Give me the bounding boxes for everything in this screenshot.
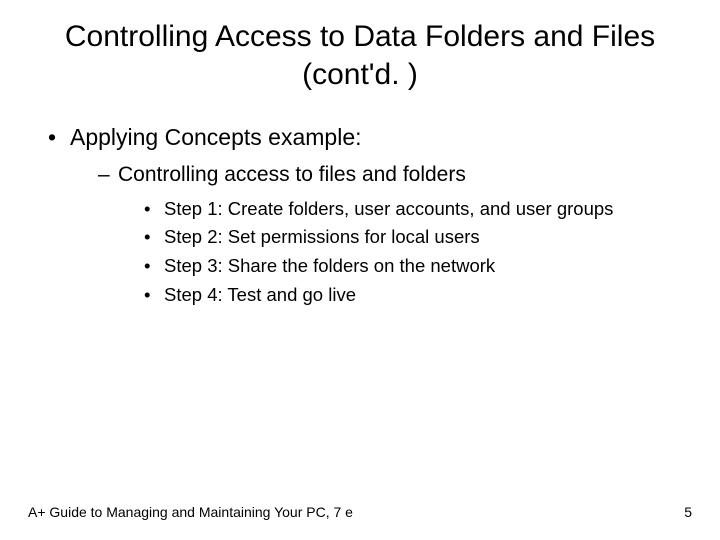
slide: Controlling Access to Data Folders and F… xyxy=(0,0,720,540)
footer-source: A+ Guide to Managing and Maintaining You… xyxy=(28,504,353,520)
step-item: Step 3: Share the folders on the network xyxy=(144,252,692,281)
bullet-l1-text: Applying Concepts example: xyxy=(70,124,362,150)
step-text: Step 3: Share the folders on the network xyxy=(164,255,495,276)
bullet-l2-text: Controlling access to files and folders xyxy=(118,163,466,186)
step-text: Step 2: Set permissions for local users xyxy=(164,226,480,247)
slide-title: Controlling Access to Data Folders and F… xyxy=(28,18,692,93)
bullet-l2-item: Controlling access to files and folders … xyxy=(98,160,692,309)
step-text: Step 4: Test and go live xyxy=(164,284,356,305)
step-item: Step 2: Set permissions for local users xyxy=(144,223,692,252)
bullet-level-1: Applying Concepts example: Controlling a… xyxy=(28,121,692,309)
bullet-l1-item: Applying Concepts example: Controlling a… xyxy=(48,121,692,309)
page-number: 5 xyxy=(684,504,692,520)
step-text: Step 1: Create folders, user accounts, a… xyxy=(164,198,613,219)
step-item: Step 1: Create folders, user accounts, a… xyxy=(144,195,692,224)
bullet-level-2: Controlling access to files and folders … xyxy=(70,160,692,309)
bullet-level-3: Step 1: Create folders, user accounts, a… xyxy=(118,195,692,310)
footer: A+ Guide to Managing and Maintaining You… xyxy=(28,504,692,520)
step-item: Step 4: Test and go live xyxy=(144,281,692,310)
